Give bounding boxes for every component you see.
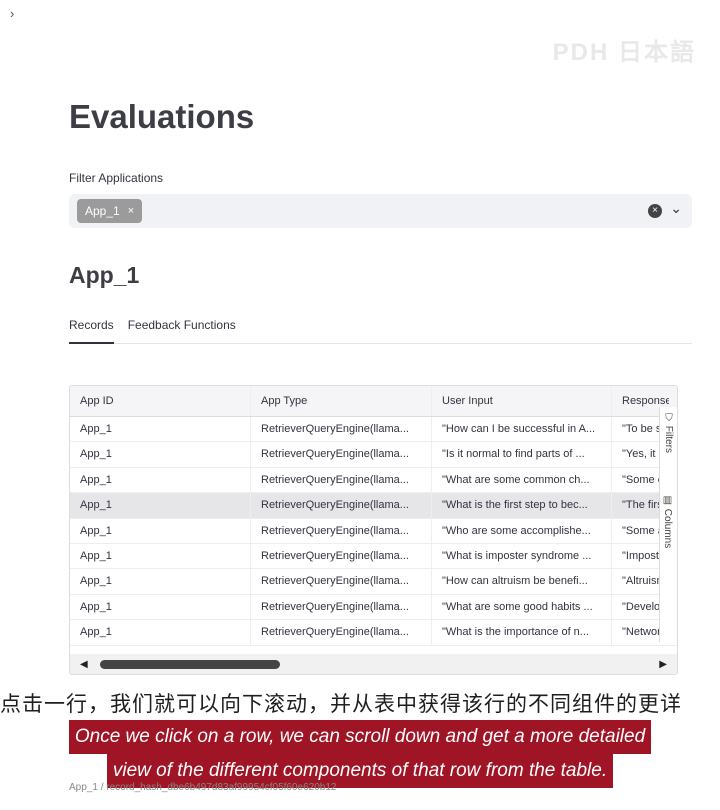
table-row[interactable]: App_1 RetrieverQueryEngine(llama... "How… (70, 417, 677, 443)
filter-applications-select[interactable]: App_1 × × ⌄ (69, 194, 692, 228)
sidebar-expand-icon[interactable]: › (10, 6, 14, 21)
cell-app-id: App_1 (80, 626, 112, 639)
column-header-app-id[interactable]: App ID (70, 386, 250, 416)
table-body: App_1 RetrieverQueryEngine(llama... "How… (70, 417, 677, 646)
tab-feedback-functions[interactable]: Feedback Functions (128, 316, 236, 344)
table-row[interactable]: App_1 RetrieverQueryEngine(llama... "Wha… (70, 620, 677, 646)
scroll-left-icon[interactable]: ◀ (80, 659, 88, 670)
cell-app-id: App_1 (80, 524, 112, 537)
table-row[interactable]: App_1 RetrieverQueryEngine(llama... "Wha… (70, 467, 677, 494)
cell-user-input: "What is imposter syndrome ... (431, 543, 611, 569)
tag-remove-icon[interactable]: × (128, 205, 134, 217)
cell-app-type: RetrieverQueryEngine(llama... (250, 442, 431, 467)
cell-user-input: "How can I be successful in A... (431, 417, 611, 442)
tab-records[interactable]: Records (69, 316, 114, 344)
cell-app-type: RetrieverQueryEngine(llama... (250, 620, 431, 645)
filters-label: Filters (663, 425, 674, 454)
table-row[interactable]: App_1 RetrieverQueryEngine(llama... "How… (70, 569, 677, 595)
table-row[interactable]: App_1 RetrieverQueryEngine(llama... "Wha… (70, 594, 677, 621)
cell-user-input: "What is the first step to bec... (431, 493, 611, 518)
page-title: Evaluations (69, 98, 255, 135)
cell-user-input: "What is the importance of n... (431, 620, 611, 645)
video-subtitles: 点击一行，我们就可以向下滚动，并从表中获得该行的不同组件的更详 Once we … (0, 680, 720, 788)
columns-icon: ▥ (662, 495, 673, 509)
cell-app-type: RetrieverQueryEngine(llama... (250, 543, 431, 569)
cell-app-id: App_1 (80, 499, 112, 512)
cell-user-input: "What are some good habits ... (431, 594, 611, 620)
cell-user-input: "Who are some accomplishe... (431, 518, 611, 543)
cell-app-id: App_1 (80, 473, 112, 486)
table-row[interactable]: App_1 RetrieverQueryEngine(llama... "Is … (70, 442, 677, 468)
records-table: App ID App Type User Input Response App_… (69, 385, 678, 675)
tab-bar: Records Feedback Functions (69, 316, 692, 344)
subtitle-english-line-1: Once we click on a row, we can scroll do… (68, 720, 652, 754)
cell-app-id: App_1 (80, 423, 112, 435)
app-title: App_1 (69, 262, 140, 288)
cell-app-type: RetrieverQueryEngine(llama... (250, 467, 431, 493)
columns-panel-button[interactable]: ▥ Columns (662, 495, 673, 548)
table-header: App ID App Type User Input Response (70, 386, 677, 417)
cell-user-input: "How can altruism be benefi... (431, 569, 611, 594)
cell-user-input: "Is it normal to find parts of ... (431, 442, 611, 467)
selected-app-tag: App_1 × (77, 199, 143, 223)
scroll-thumb[interactable] (100, 660, 280, 669)
tag-label: App_1 (85, 204, 120, 218)
cell-app-type: RetrieverQueryEngine(llama... (250, 594, 431, 620)
filter-label: Filter Applications (69, 171, 164, 185)
scroll-right-icon[interactable]: ▶ (659, 659, 667, 670)
record-breadcrumb: App_1 / record_hash_dbe6b497d83af99954cf… (69, 782, 337, 793)
cell-app-type: RetrieverQueryEngine(llama... (250, 569, 431, 594)
watermark-logo: PDH 日本語 (552, 39, 696, 66)
column-header-app-type[interactable]: App Type (250, 386, 431, 416)
table-row[interactable]: App_1 RetrieverQueryEngine(llama... "Who… (70, 518, 677, 544)
grid-side-panel: ⛉ Filters ▥ Columns (659, 407, 677, 642)
cell-app-id: App_1 (80, 549, 112, 562)
horizontal-scrollbar[interactable]: ◀ ▶ (70, 654, 677, 674)
subtitle-chinese-text: 点击一行，我们就可以向下滚动，并从表中获得该行的不同组件的更详 (0, 692, 682, 716)
cell-app-type: RetrieverQueryEngine(llama... (250, 518, 431, 543)
cell-user-input: "What are some common ch... (431, 467, 611, 493)
cell-app-type: RetrieverQueryEngine(llama... (250, 493, 431, 518)
cell-app-id: App_1 (80, 575, 112, 588)
chevron-down-icon[interactable]: ⌄ (670, 200, 682, 217)
cell-app-id: App_1 (80, 600, 112, 613)
cell-app-type: RetrieverQueryEngine(llama... (250, 417, 431, 442)
subtitle-english: Once we click on a row, we can scroll do… (22, 720, 698, 788)
columns-label: Columns (662, 508, 673, 549)
cell-app-id: App_1 (80, 448, 112, 461)
table-row[interactable]: App_1 RetrieverQueryEngine(llama... "Wha… (70, 543, 677, 570)
table-row-selected[interactable]: App_1 RetrieverQueryEngine(llama... "Wha… (70, 493, 677, 519)
filters-panel-button[interactable]: ⛉ Filters (662, 413, 674, 453)
subtitle-chinese: 点击一行，我们就可以向下滚动，并从表中获得该行的不同组件的更详 (0, 688, 720, 718)
clear-all-icon[interactable]: × (648, 204, 662, 218)
filter-icon: ⛉ (663, 413, 674, 426)
column-header-user-input[interactable]: User Input (431, 386, 611, 416)
